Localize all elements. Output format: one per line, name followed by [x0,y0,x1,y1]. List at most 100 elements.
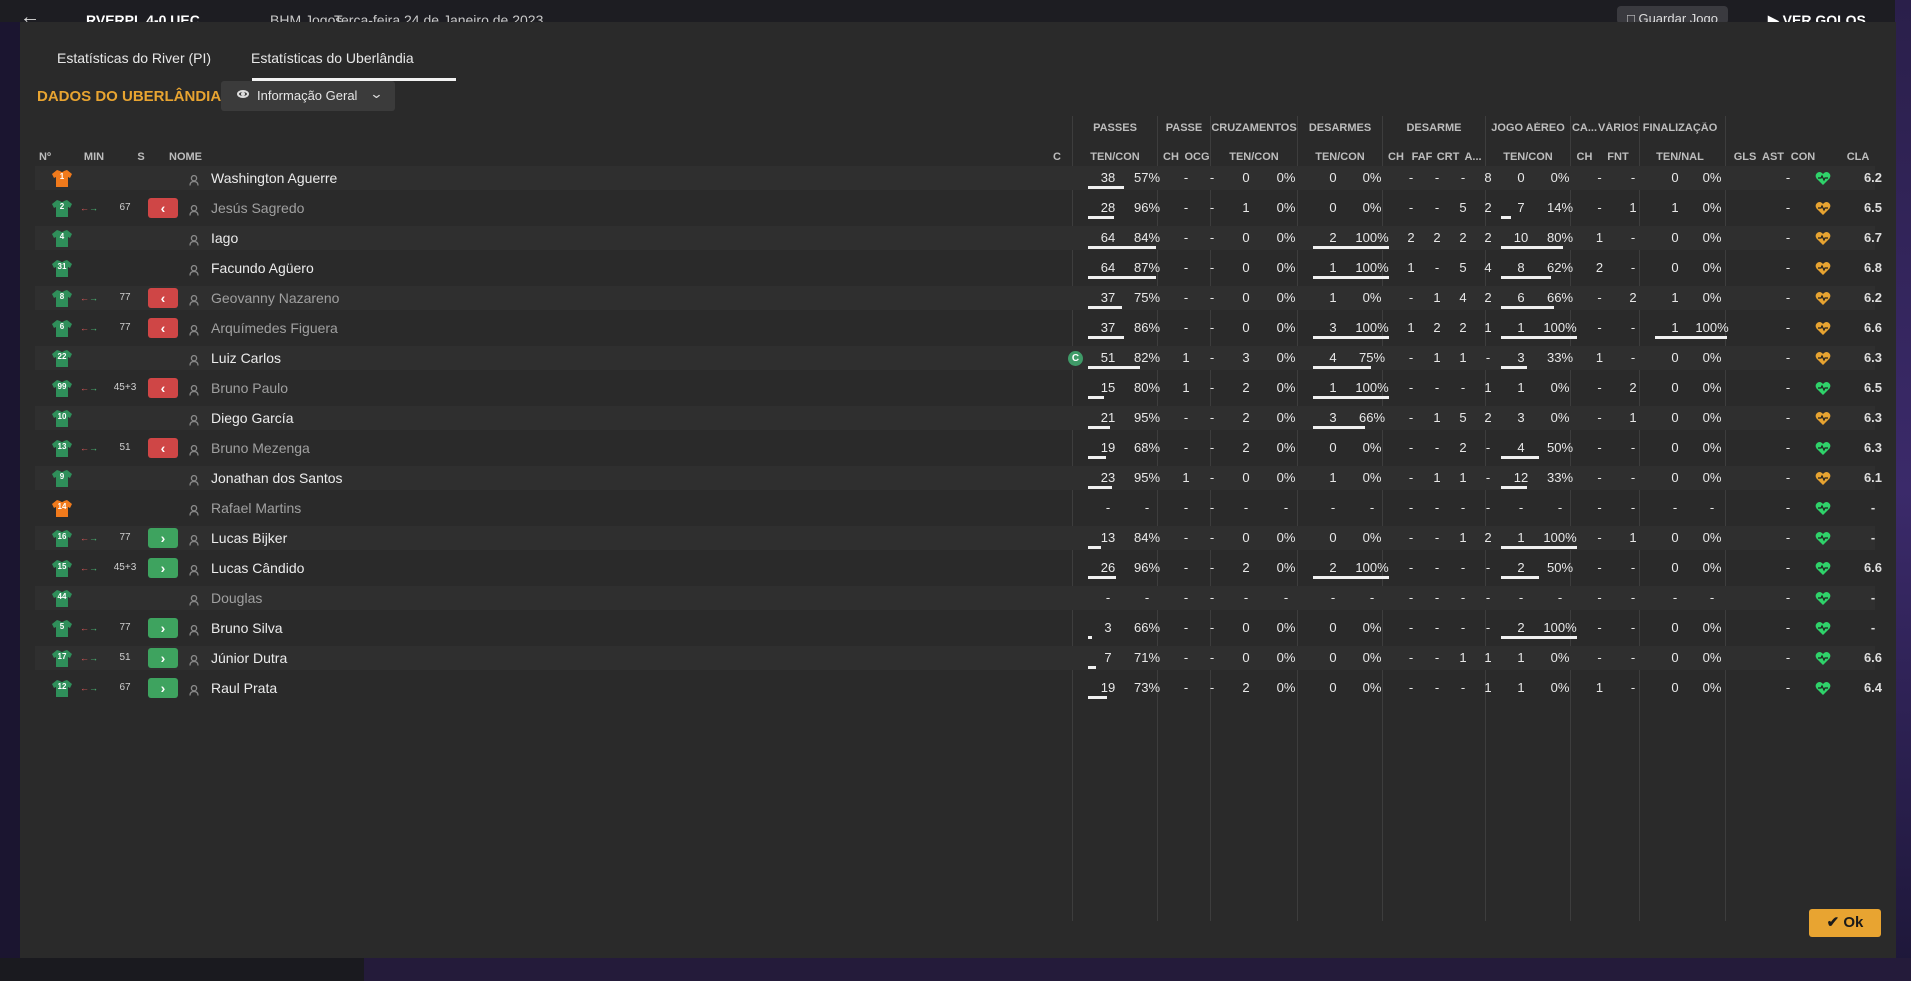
col-min[interactable]: MIN [80,151,108,163]
player-name[interactable]: Facundo Agüero [211,256,314,280]
ok-button[interactable]: ✔ Ok [1809,909,1881,937]
fnt-value: - [1630,320,1636,335]
table-row[interactable]: 16 ←→ 77 › Lucas Bijker 13 84% 0 0% 0 0% 1 100% 0 0% - -… [35,526,1875,550]
player-name[interactable]: Rafael Martins [211,496,301,520]
gls-value [1747,256,1773,280]
player-name[interactable]: Washington Aguerre [211,166,337,190]
col-ast[interactable]: AST [1760,151,1786,163]
col-ca-ch[interactable]: CH [1571,151,1598,163]
ast-value: - [1785,380,1791,395]
player-name[interactable]: Lucas Bijker [211,526,287,550]
group-passes: PASSES [1093,122,1137,134]
col-fin-tennal[interactable]: TEN/NAL [1640,151,1720,163]
table-row[interactable]: 14 Rafael Martins - - - - - - - - - - - - - - - - - - - - [35,496,1875,520]
table-row[interactable]: 44 Douglas - - - - - - - - - - - - - - - - - - - - [35,586,1875,610]
tab-river-stats[interactable]: Estatísticas do River (PI) [57,50,211,66]
col-des-ch[interactable]: CH [1383,151,1409,163]
shirt-number: 15 [57,562,67,571]
table-row[interactable]: 9 Jonathan dos Santos 23 95% 0 0% 1 0% 12 33% 0 0% 1… [35,466,1882,490]
jogo-aereo-attempts: 1 [1517,650,1525,665]
player-name[interactable]: Arquímedes Figuera [211,316,338,340]
table-row[interactable]: 4 Iago 64 84% 0 0% 2 100% 10 80% 0 0% - -2 2 2 2 1- -6.7 [35,226,1882,250]
player-rating: 6.3 [1863,350,1883,365]
jogo-aereo-attempts: - [1518,590,1524,605]
col-des-tencon[interactable]: TEN/CON [1298,151,1382,163]
condition-heart-icon [1815,621,1831,636]
cruzamentos-attempts: 2 [1242,440,1250,455]
col-num[interactable]: Nº [35,151,55,163]
view-dropdown[interactable]: Informação Geral ⌄ [221,81,395,111]
cruzamentos-attempts: 0 [1242,320,1250,335]
player-name[interactable]: Bruno Paulo [211,376,288,400]
col-des-faf[interactable]: FAF [1409,151,1435,163]
col-con[interactable]: CON [1788,151,1818,163]
player-name[interactable]: Luiz Carlos [211,346,281,370]
col-des-crt[interactable]: CRT [1435,151,1461,163]
col-fnt[interactable]: FNT [1598,151,1638,163]
table-row[interactable]: 12 ←→ 67 › Raul Prata 19 73% 2 0% 0 0% 1 0% 0 0% - - - - -1… [35,676,1882,700]
desarmes-attempts: 0 [1329,170,1337,185]
jogo-aereo-percent: - [1557,590,1563,605]
table-row[interactable]: 15 ←→ 45+3 › Lucas Cândido 26 96% 2 0% 2 100% 2 50% 0… [35,556,1882,580]
desarmes-attempts: - [1330,500,1336,515]
player-rating: 6.2 [1863,290,1883,305]
col-cruz-tencon[interactable]: TEN/CON [1211,151,1297,163]
table-row[interactable]: 99 ←→ 45+3 ‹ Bruno Paulo 15 80% 2 0% 1 100% 1 0% 0 0% 1… [35,376,1882,400]
col-name[interactable]: NOME [169,151,229,163]
desarme-a-value: - [1485,590,1491,605]
desarmes-attempts: 0 [1329,620,1337,635]
substitution-minute: 77 [119,292,131,303]
player-name[interactable]: Jonathan dos Santos [211,466,343,490]
background-match-header: ← RVERPL 4-0 UEC BHM Jogos Terça-feira 2… [0,0,1911,28]
col-c[interactable]: C [1050,151,1064,163]
desarme-faf-value: - [1434,500,1440,515]
col-passes-tencon[interactable]: TEN/CON [1073,151,1157,163]
player-name[interactable]: Diego García [211,406,293,430]
ca-ch-value: - [1597,590,1602,605]
desarme-crt-value: - [1460,380,1466,395]
substitution-icon: ←→ [80,293,98,303]
passe-ocg-value: - [1209,350,1215,365]
finalizacao-attempts: 0 [1671,620,1679,635]
finalizacao-attempts: 0 [1671,170,1679,185]
ca-ch-value: - [1597,320,1602,335]
player-name[interactable]: Júnior Dutra [211,646,287,670]
player-name[interactable]: Bruno Mezenga [211,436,310,460]
col-s[interactable]: S [134,151,148,163]
player-name[interactable]: Bruno Silva [211,616,283,640]
player-name[interactable]: Lucas Cândido [211,556,304,580]
table-row[interactable]: 6 ←→ 77 ‹ Arquímedes Figuera 37 86% 0 0% 3 100% 1 10… [35,316,1882,340]
col-cla[interactable]: CLA [1833,151,1883,163]
player-name[interactable]: Douglas [211,586,262,610]
shirt-number: 13 [57,442,67,451]
table-row[interactable]: 1 Washington Aguerre 38 57% 0 0% 0 0% 0 0% 0 0% - - - -… [35,166,1882,190]
passe-ocg-value: - [1209,290,1215,305]
fnt-value: - [1630,260,1636,275]
player-name[interactable]: Raul Prata [211,676,277,700]
col-passe-ocg[interactable]: OCG [1184,151,1210,163]
col-aer-tencon[interactable]: TEN/CON [1486,151,1570,163]
desarme-ch-value: - [1408,170,1414,185]
passe-ocg-value: - [1209,320,1215,335]
player-name[interactable]: Iago [211,226,238,250]
group-desarmes: DESARMES [1308,122,1372,134]
finalizacao-attempts: 0 [1671,560,1679,575]
person-icon [189,503,199,516]
table-row[interactable]: 5 ←→ 77 › Bruno Silva 3 66% 0 0% 0 0% 2 100% 0 0% - - - - -… [35,616,1875,640]
table-row[interactable]: 10 Diego García 21 95% 2 0% 3 66% 3 0% 0 0% - - -1 5 2-1… [35,406,1882,430]
col-gls[interactable]: GLS [1732,151,1758,163]
col-des-a[interactable]: A... [1461,151,1485,163]
table-row[interactable]: 8 ←→ 77 ‹ Geovanny Nazareno 37 75% 0 0% 1 0% 6 66% 1 0… [35,286,1882,310]
desarme-a-value: 1 [1484,680,1492,695]
table-row[interactable]: 2 ←→ 67 ‹ Jesús Sagredo 28 96% 1 0% 0 0% 7 14% 1 0% - - -… [35,196,1882,220]
player-name[interactable]: Jesús Sagredo [211,196,304,220]
table-row[interactable]: 31 Facundo Agüero 64 87% 0 0% 1 100% 8 62% 0 0% - -1-… [35,256,1882,280]
fnt-value: - [1630,470,1636,485]
table-row[interactable]: 22 Luiz Carlos C 51 82% 3 0% 4 75% 3 33% 0 0% 1- -1 1-1… [35,346,1882,370]
table-row[interactable]: 17 ←→ 51 › Júnior Dutra 7 71% 0 0% 0 0% 1 0% 0 0% - - - -1… [35,646,1882,670]
table-row[interactable]: 13 ←→ 51 ‹ Bruno Mezenga 19 68% 2 0% 0 0% 4 50% 0 0% - -… [35,436,1882,460]
player-name[interactable]: Geovanny Nazareno [211,286,339,310]
ca-ch-value: - [1597,290,1602,305]
tab-uberlandia-stats[interactable]: Estatísticas do Uberlândia [251,50,414,66]
col-passe-ch[interactable]: CH [1158,151,1184,163]
